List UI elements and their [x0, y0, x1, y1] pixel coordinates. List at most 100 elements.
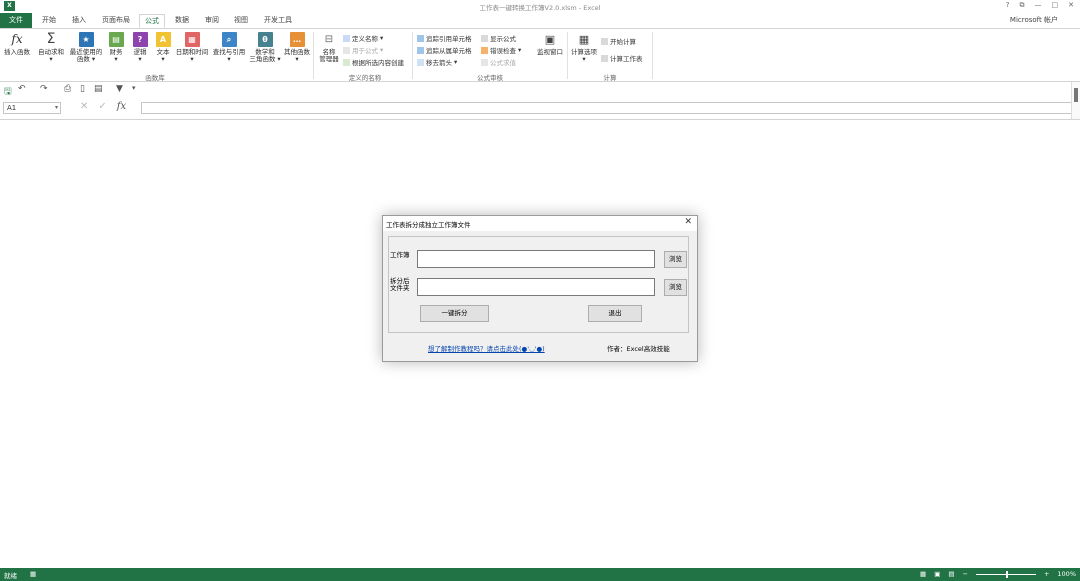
autosum-button[interactable]: Σ 自动求和 ▾: [36, 32, 66, 63]
math-trig-button[interactable]: θ 数学和 三角函数 ▾: [248, 32, 282, 63]
ribbon: fx 插入函数 Σ 自动求和 ▾ ★ 最近使用的 函数 ▾ ▤ 财务 ▾ ? 逻…: [0, 28, 1080, 82]
remove-arrows-button[interactable]: 移去箭头 ▾: [417, 57, 457, 67]
status-right: ▦ ▣ ▤ − + 100%: [920, 570, 1076, 578]
exit-button[interactable]: 退出: [588, 305, 642, 322]
theta-icon: θ: [257, 32, 273, 47]
calendar-icon: ▦: [184, 32, 200, 47]
formula-input[interactable]: [141, 102, 1076, 114]
remove-arrows-icon: [417, 58, 424, 66]
ribbon-separator: [652, 32, 653, 79]
help-icon[interactable]: ?: [1006, 1, 1010, 10]
calc-now-icon: [601, 37, 608, 45]
error-checking-button[interactable]: 错误检查 ▾: [481, 45, 521, 55]
customize-qat-icon[interactable]: ▾: [132, 84, 136, 92]
browse-folder-button[interactable]: 浏览: [664, 279, 687, 296]
maximize-icon[interactable]: □: [1052, 1, 1059, 10]
use-in-formula-icon: [343, 46, 350, 54]
page-layout-view-icon[interactable]: ▣: [934, 570, 940, 578]
create-from-selection-icon: [343, 58, 350, 66]
redo-icon[interactable]: ↷: [40, 84, 48, 94]
zoom-level[interactable]: 100%: [1057, 570, 1076, 578]
use-in-formula-button[interactable]: 用于公式 ▾: [343, 45, 383, 55]
workbook-path-input[interactable]: [417, 250, 655, 268]
tutorial-link[interactable]: 想了解制作教程吗？请点击此处(●'◡'●): [428, 343, 545, 353]
zoom-slider[interactable]: [975, 570, 1036, 578]
save-icon[interactable]: 🖫: [4, 84, 12, 100]
zoom-in-icon[interactable]: +: [1044, 570, 1049, 578]
split-sheets-dialog: 工作表拆分成独立工作簿文件 ✕ 工作簿 浏览 拆分后 文件夹 浏览 一键拆分 退…: [382, 215, 698, 362]
text-functions-button[interactable]: A 文本 ▾: [152, 32, 174, 63]
trace-precedents-button[interactable]: 追踪引用单元格: [417, 33, 472, 43]
author-label: 作者：Excel高效技能: [607, 345, 670, 353]
minimize-icon[interactable]: —: [1035, 1, 1042, 10]
calc-sheet-button[interactable]: 计算工作表: [601, 53, 643, 63]
window-controls: ? ⧉ — □ ✕: [1006, 1, 1074, 10]
close-icon[interactable]: ✕: [684, 217, 692, 227]
scrollbar-thumb[interactable]: [1074, 88, 1078, 102]
create-from-selection-button[interactable]: 根据所选内容创建: [343, 57, 404, 67]
ribbon-tabs: 文件 开始 插入 页面布局 公式 数据 审阅 视图 开发工具 Microsoft…: [0, 13, 1080, 28]
calc-now-button[interactable]: 开始计算: [601, 36, 636, 46]
evaluate-formula-button[interactable]: 公式求值: [481, 57, 516, 67]
group-label-defined-names: 定义的名称: [348, 74, 382, 82]
datetime-button[interactable]: ▦ 日期和时间 ▾: [174, 32, 210, 63]
group-label-auditing: 公式审核: [477, 74, 503, 82]
ribbon-separator: [313, 32, 314, 79]
undo-icon[interactable]: ↶: [18, 84, 26, 94]
title-bar: X 工作表一键转换工作簿V2.0.xlsm - Excel ? ⧉ — □ ✕: [0, 0, 1080, 13]
define-name-button[interactable]: 定义名称 ▾: [343, 33, 383, 43]
lookup-button[interactable]: ⌕ 查找与引用 ▾: [211, 32, 247, 63]
name-manager-button[interactable]: ⊟ 名称 管理器: [315, 32, 343, 63]
split-button[interactable]: 一键拆分: [420, 305, 489, 322]
formula-bar-icons: ✕ ✓ fx: [80, 101, 126, 112]
enter-icon[interactable]: ✓: [98, 101, 106, 112]
recent-functions-button[interactable]: ★ 最近使用的 函数 ▾: [68, 32, 104, 63]
trace-dependents-button[interactable]: 追踪从属单元格: [417, 45, 472, 55]
watch-window-button[interactable]: ▣ 监视窗口: [534, 32, 566, 56]
status-bar: 就绪 ▦ ▦ ▣ ▤ − + 100%: [0, 568, 1080, 581]
tab-review[interactable]: 审阅: [205, 13, 219, 28]
name-box[interactable]: A1 ▾: [3, 102, 61, 114]
error-checking-icon: [481, 46, 488, 54]
quick-access-toolbar: 🖫 ↶ ↷ ⎙ ▯ ▤ ▼ ▾: [0, 82, 1080, 97]
evaluate-formula-icon: [481, 58, 488, 66]
tab-insert[interactable]: 插入: [72, 13, 86, 28]
insert-function-button[interactable]: fx 插入函数: [2, 32, 32, 56]
normal-view-icon[interactable]: ▦: [920, 570, 926, 578]
close-icon[interactable]: ✕: [1068, 1, 1074, 10]
browse-workbook-button[interactable]: 浏览: [664, 251, 687, 268]
folder-path-input[interactable]: [417, 278, 655, 296]
chevron-down-icon[interactable]: ▾: [55, 103, 58, 113]
trace-dependents-icon: [417, 46, 424, 54]
logical-button[interactable]: ? 逻辑 ▾: [129, 32, 151, 63]
macro-record-icon[interactable]: ▦: [30, 570, 36, 578]
cancel-icon[interactable]: ✕: [80, 101, 88, 112]
more-functions-button[interactable]: … 其他函数 ▾: [283, 32, 311, 63]
filter-icon[interactable]: ▼: [116, 84, 123, 94]
form-icon[interactable]: ▤: [94, 84, 103, 94]
show-formulas-button[interactable]: 显示公式: [481, 33, 516, 43]
calculator-icon: ▦: [578, 33, 590, 46]
tab-file[interactable]: 文件: [0, 13, 32, 28]
new-file-icon[interactable]: ▯: [80, 84, 85, 94]
tab-developer[interactable]: 开发工具: [264, 13, 292, 28]
more-icon: …: [289, 32, 305, 47]
tab-view[interactable]: 视图: [234, 13, 248, 28]
insert-function-icon[interactable]: fx: [117, 101, 126, 112]
tab-data[interactable]: 数据: [175, 13, 189, 28]
show-formulas-icon: [481, 34, 488, 42]
dialog-frame: 工作簿 浏览 拆分后 文件夹 浏览 一键拆分 退出: [388, 236, 689, 333]
calc-options-button[interactable]: ▦ 计算选项 ▾: [569, 32, 599, 63]
restore-ribbon-icon[interactable]: ⧉: [1020, 1, 1025, 10]
tab-home[interactable]: 开始: [42, 13, 56, 28]
financial-button[interactable]: ▤ 财务 ▾: [105, 32, 127, 63]
zoom-out-icon[interactable]: −: [963, 570, 968, 578]
tab-formulas[interactable]: 公式: [139, 14, 165, 28]
account-label[interactable]: Microsoft 帐户: [1010, 15, 1058, 25]
print-preview-icon[interactable]: ⎙: [64, 84, 71, 94]
fx-icon: fx: [11, 32, 23, 46]
page-break-view-icon[interactable]: ▤: [948, 570, 954, 578]
status-ready: 就绪: [4, 572, 17, 580]
calc-sheet-icon: [601, 54, 608, 62]
tab-page-layout[interactable]: 页面布局: [102, 13, 130, 28]
